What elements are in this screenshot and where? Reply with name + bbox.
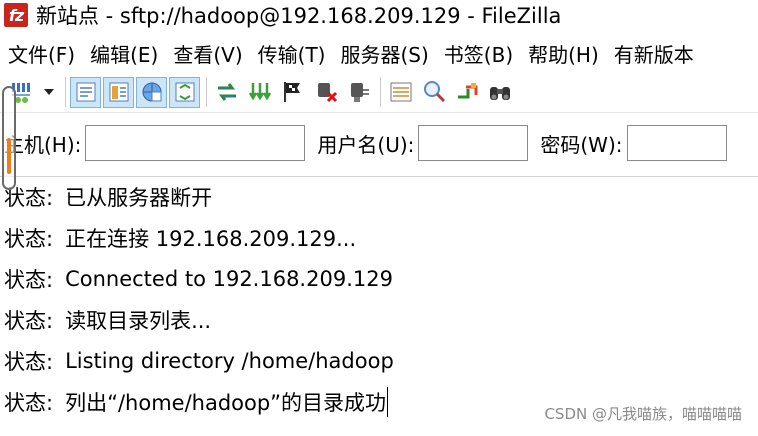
menu-new-version[interactable]: 有新版本 (606, 39, 701, 68)
menu-help[interactable]: 帮助(H) (520, 39, 606, 68)
cancel-icon[interactable] (277, 77, 308, 108)
message-log[interactable]: 状态: 已从服务器断开 状态: 正在连接 192.168.209.129... … (0, 176, 758, 436)
log-message: 已从服务器断开 (65, 186, 213, 210)
splitter-grip[interactable] (7, 138, 11, 174)
toggle-remote-tree-icon[interactable] (136, 76, 167, 108)
menu-server[interactable]: 服务器(S) (332, 39, 435, 68)
log-status-label: 状态: (4, 268, 54, 292)
toolbar-separator (65, 77, 66, 107)
title-bar: fz 新站点 - sftp://hadoop@192.168.209.129 -… (0, 0, 758, 30)
toggle-log-icon[interactable] (70, 76, 101, 108)
dropdown-arrow-icon[interactable] (39, 77, 59, 108)
password-input[interactable] (626, 125, 727, 161)
password-label: 密码(W): (540, 132, 623, 157)
log-status-label: 状态: (4, 227, 54, 251)
menu-bookmarks[interactable]: 书签(B) (436, 39, 520, 68)
log-message: 正在连接 192.168.209.129... (65, 227, 357, 251)
log-line: 状态: Connected to 192.168.209.129 (4, 261, 393, 297)
quickconnect-bar: 主机(H): 用户名(U): 密码(W): (0, 118, 758, 168)
log-status-label: 状态: (4, 391, 54, 415)
log-status-label: 状态: (4, 350, 54, 374)
menu-file[interactable]: 文件(F) (0, 39, 82, 68)
disconnect-icon[interactable] (310, 77, 341, 108)
log-line: 状态: Listing directory /home/hadoop (4, 343, 394, 379)
menu-view[interactable]: 查看(V) (165, 39, 249, 68)
filezilla-logo-icon: fz (4, 3, 28, 27)
watermark: CSDN @凡我喵族，喵喵喵喵 (544, 405, 742, 423)
menu-edit[interactable]: 编辑(E) (82, 39, 165, 68)
menu-bar: 文件(F) 编辑(E) 查看(V) 传输(T) 服务器(S) 书签(B) 帮助(… (0, 36, 758, 70)
log-line: 状态: 正在连接 192.168.209.129... (4, 220, 356, 256)
log-line: 状态: 列出“/home/hadoop”的目录成功 (4, 384, 389, 420)
toolbar-separator (206, 77, 207, 107)
username-label: 用户名(U): (317, 132, 415, 157)
toolbar-separator (380, 77, 381, 107)
window-title: 新站点 - sftp://hadoop@192.168.209.129 - Fi… (36, 4, 562, 28)
splitter-handle[interactable] (2, 86, 16, 190)
toolbar (0, 72, 758, 113)
log-message: 列出“/home/hadoop”的目录成功 (65, 391, 387, 415)
host-input[interactable] (85, 125, 306, 161)
log-message: Listing directory /home/hadoop (65, 349, 394, 373)
filezilla-window: fz 新站点 - sftp://hadoop@192.168.209.129 -… (0, 0, 758, 436)
directory-listing-filters-icon[interactable] (385, 77, 416, 108)
log-line: 状态: 已从服务器断开 (4, 179, 212, 215)
search-remote-icon[interactable] (484, 77, 515, 108)
directory-comparison-icon[interactable] (451, 77, 482, 108)
menu-transfer[interactable]: 传输(T) (250, 39, 333, 68)
text-cursor (387, 387, 389, 417)
reconnect-icon[interactable] (343, 77, 374, 108)
log-message: Connected to 192.168.209.129 (65, 267, 393, 291)
username-input[interactable] (418, 125, 529, 161)
log-status-label: 状态: (4, 309, 54, 333)
refresh-icon[interactable] (211, 77, 242, 108)
log-line: 状态: 读取目录列表... (4, 302, 211, 338)
toggle-queue-icon[interactable] (169, 76, 200, 108)
log-message: 读取目录列表... (65, 309, 212, 333)
toggle-sync-browsing-icon[interactable] (418, 77, 449, 108)
toggle-local-tree-icon[interactable] (103, 76, 134, 108)
process-queue-icon[interactable] (244, 77, 275, 108)
